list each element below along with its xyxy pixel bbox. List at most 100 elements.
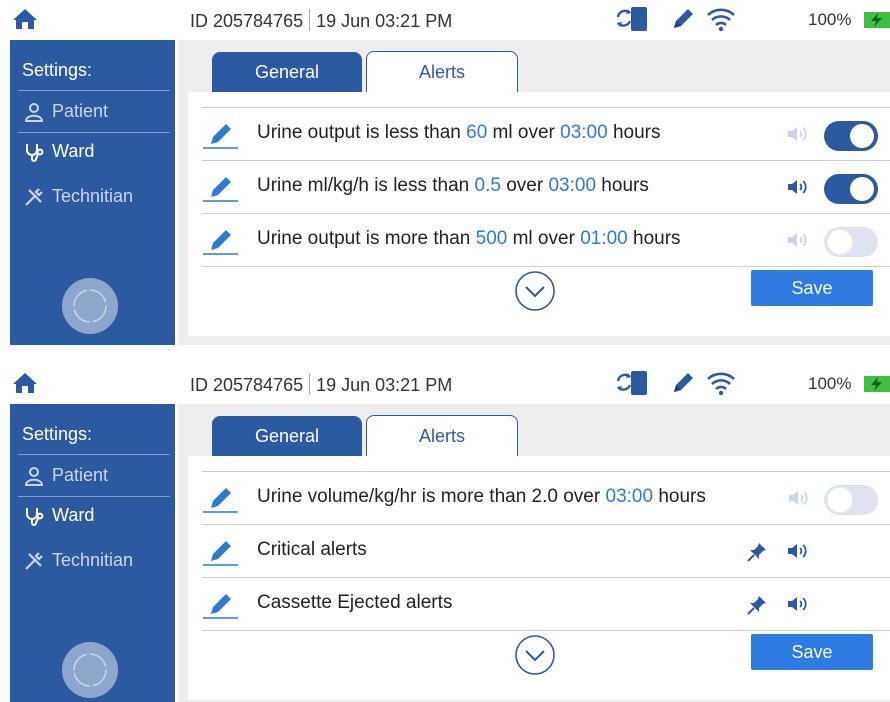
battery-percent: 100% (808, 10, 852, 29)
wifi-icon (707, 8, 735, 32)
sidebar-item-technitian[interactable]: Technitian (24, 186, 133, 207)
tab-general[interactable]: General (212, 416, 362, 456)
main-panel: General Alerts Urine output is less than… (178, 40, 890, 345)
alert-row: Critical alerts (202, 525, 890, 578)
edit-mode-icon (674, 9, 693, 28)
toggle-thumb (828, 230, 852, 254)
alerts-screen-2: ID 205784765 19 Jun 03:21 PM 100% Setting… (0, 364, 890, 702)
pin-icon[interactable] (746, 594, 768, 616)
edit-icon[interactable] (202, 537, 240, 567)
divider (18, 90, 170, 91)
divider (202, 266, 890, 267)
speaker-icon[interactable] (786, 541, 810, 561)
device-info: ID 205784765 19 Jun 03:21 PM (190, 9, 452, 32)
stethoscope-icon (26, 507, 44, 526)
sidebar-item-label: Ward (52, 505, 95, 525)
person-icon (24, 466, 44, 486)
edit-icon[interactable] (202, 590, 240, 620)
device-info: ID 205784765 19 Jun 03:21 PM (190, 373, 452, 396)
alert-toggle[interactable] (824, 174, 878, 204)
toggle-thumb (828, 488, 852, 512)
edit-icon[interactable] (202, 226, 240, 256)
alert-condition: Urine output is more than 500 ml over 01… (257, 228, 681, 249)
divider (309, 9, 311, 31)
main-panel: General Alerts Urine volume/kg/hr is mor… (178, 404, 890, 702)
sidebar-title: Settings: (22, 60, 93, 80)
home-icon[interactable] (12, 371, 38, 395)
edit-mode-icon (674, 373, 693, 392)
speaker-icon[interactable] (786, 594, 810, 614)
alert-label: Cassette Ejected alerts (257, 592, 453, 613)
tab-alerts[interactable]: Alerts (366, 415, 518, 457)
status-bar: ID 205784765 19 Jun 03:21 PM 100% (0, 364, 890, 404)
sidebar-item-ward[interactable]: Ward (24, 505, 94, 526)
alert-toggle[interactable] (824, 227, 878, 257)
alert-condition: Urine volume/kg/hr is more than 2.0 over… (257, 486, 706, 507)
battery-charging-icon (864, 376, 890, 392)
speaker-icon[interactable] (786, 177, 810, 197)
date-time: 19 Jun 03:21 PM (316, 11, 453, 31)
rotary-knob[interactable] (62, 642, 118, 698)
tab-alerts[interactable]: Alerts (366, 51, 518, 93)
tools-icon (25, 551, 43, 570)
rotary-knob[interactable] (62, 278, 118, 334)
rotate-icon (73, 653, 107, 687)
home-icon[interactable] (12, 7, 38, 31)
stethoscope-icon (26, 143, 44, 162)
sidebar-item-label: Patient (52, 101, 109, 121)
speaker-muted-icon[interactable] (787, 488, 811, 508)
sync-device-icon (616, 7, 647, 31)
pin-icon[interactable] (746, 541, 768, 563)
sidebar-item-label: Ward (52, 141, 95, 161)
divider (202, 630, 890, 631)
alert-row: Urine output is more than 500 ml over 01… (202, 214, 890, 267)
save-button[interactable]: Save (751, 634, 873, 670)
alert-row: Urine ml/kg/h is less than 0.5 over 03:0… (202, 161, 890, 214)
tab-general[interactable]: General (212, 52, 362, 92)
person-icon (24, 102, 44, 122)
alerts-screen-1: ID 205784765 19 Jun 03:21 PM 100% Setting… (0, 0, 890, 351)
sidebar-item-patient[interactable]: Patient (24, 101, 108, 122)
alert-toggle[interactable] (824, 485, 878, 515)
sidebar-title: Settings: (22, 424, 93, 444)
battery-charging-icon (864, 12, 890, 28)
speaker-muted-icon[interactable] (786, 230, 810, 250)
alert-row: Urine output is less than 60 ml over 03:… (202, 108, 890, 161)
wifi-icon (707, 372, 735, 396)
settings-sidebar: Settings: Patient Ward Technitian (10, 404, 175, 702)
device-id: ID 205784765 (190, 375, 304, 395)
status-bar: ID 205784765 19 Jun 03:21 PM 100% (0, 0, 890, 40)
sync-device-icon (616, 371, 647, 395)
date-time: 19 Jun 03:21 PM (316, 375, 453, 395)
sidebar-item-ward[interactable]: Ward (24, 141, 94, 162)
divider (309, 373, 311, 395)
save-button[interactable]: Save (751, 270, 873, 306)
edit-icon[interactable] (202, 484, 240, 514)
settings-sidebar: Settings: Patient Ward Technitian (10, 40, 175, 345)
toggle-thumb (850, 177, 874, 201)
battery-percent: 100% (808, 374, 852, 393)
toggle-thumb (850, 124, 874, 148)
alert-condition: Urine ml/kg/h is less than 0.5 over 03:0… (257, 175, 649, 196)
edit-icon[interactable] (202, 120, 240, 150)
sidebar-item-label: Patient (52, 465, 109, 485)
alert-toggle[interactable] (824, 121, 878, 151)
divider (18, 496, 170, 497)
alert-row: Urine volume/kg/hr is more than 2.0 over… (202, 472, 890, 525)
alerts-list: Urine output is less than 60 ml over 03:… (188, 92, 890, 336)
chevron-down-icon[interactable] (514, 634, 556, 676)
divider (18, 454, 170, 455)
rotate-icon (73, 289, 107, 323)
chevron-down-icon[interactable] (514, 270, 556, 312)
edit-icon[interactable] (202, 173, 240, 203)
alert-label: Critical alerts (257, 539, 367, 560)
alert-row: Cassette Ejected alerts (202, 578, 890, 631)
sidebar-item-patient[interactable]: Patient (24, 465, 108, 486)
sidebar-item-label: Technitian (52, 186, 134, 206)
alert-condition: Urine output is less than 60 ml over 03:… (257, 122, 661, 143)
alerts-list: Urine volume/kg/hr is more than 2.0 over… (188, 456, 890, 700)
speaker-muted-icon[interactable] (786, 124, 810, 144)
tools-icon (25, 187, 43, 206)
sidebar-item-label: Technitian (52, 550, 134, 570)
sidebar-item-technitian[interactable]: Technitian (24, 550, 133, 571)
